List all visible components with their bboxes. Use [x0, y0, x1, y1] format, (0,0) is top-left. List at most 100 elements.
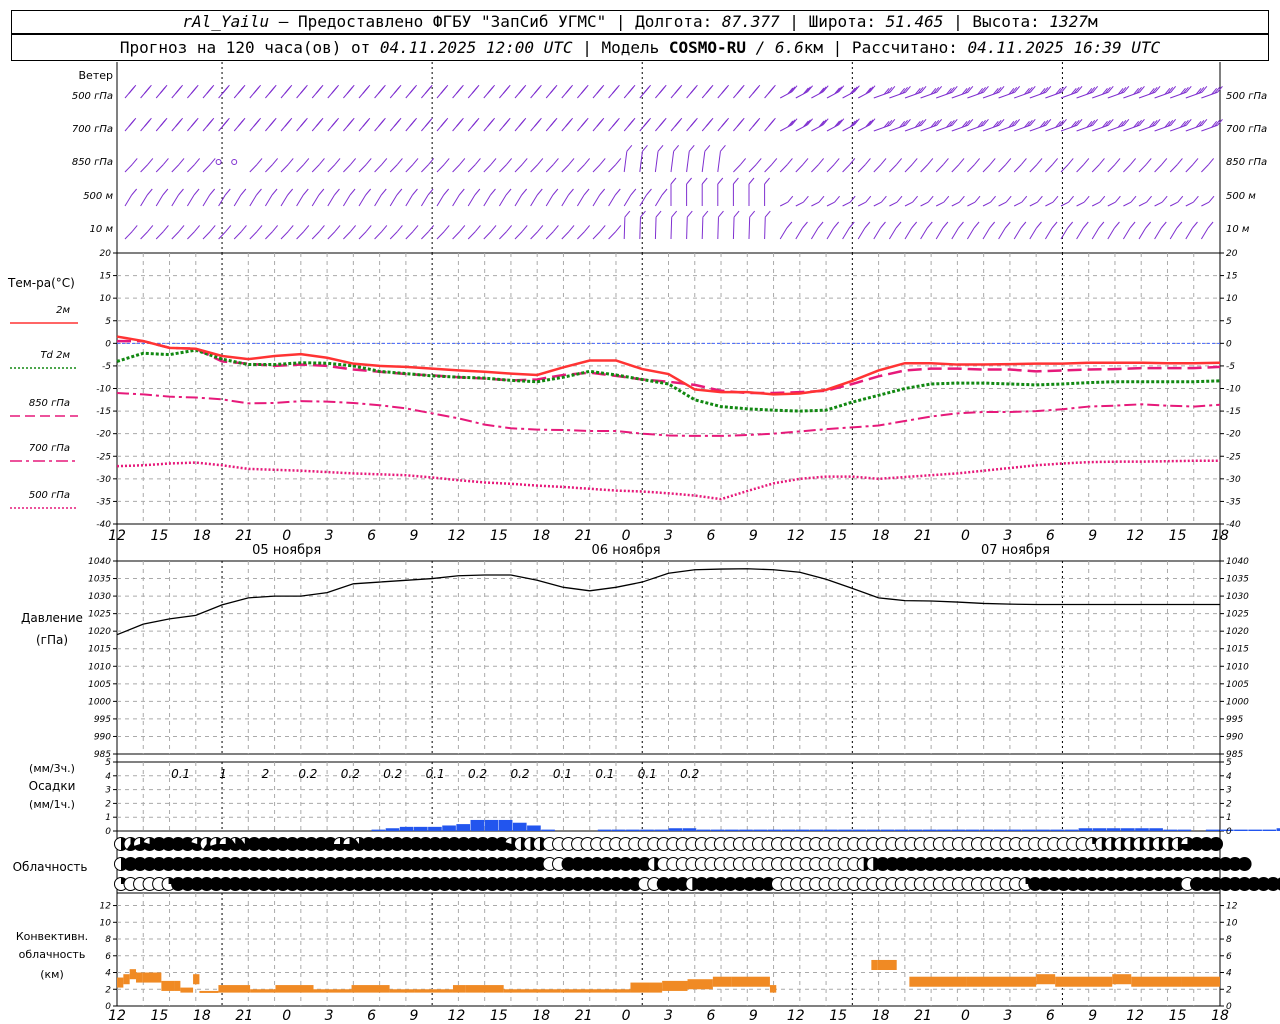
hour-label-bottom: 0	[622, 1008, 631, 1024]
wind-barb-shaft	[436, 231, 445, 240]
wind-barb-flag	[1130, 195, 1137, 203]
wind-barb-flag	[206, 120, 213, 127]
hour-label-bottom: 15	[1169, 1008, 1187, 1024]
wind-barb-flag	[671, 210, 678, 218]
temp-legend-label: 700 гПа	[29, 443, 70, 454]
wind-barb-flag	[518, 120, 525, 127]
wind-barb-flag	[1161, 158, 1168, 165]
wind-barb-flag	[943, 158, 949, 165]
wind-barb-flag	[334, 158, 341, 165]
wind-barb-flag	[287, 188, 294, 196]
wind-barb-flag	[833, 158, 840, 165]
prec-tick-label-right: 5	[1226, 758, 1232, 768]
wind-barb-flag	[670, 177, 677, 185]
wind-barb-flag	[315, 87, 322, 94]
wind-barb-flag	[771, 158, 778, 165]
precip-bar	[1121, 828, 1135, 831]
wind-barb-flag	[1004, 221, 1011, 229]
wind-barb-flag	[802, 195, 809, 203]
wind-barb-flag	[502, 120, 509, 127]
wind-barb-flag	[661, 188, 668, 196]
wind-barb-shaft	[1076, 227, 1084, 240]
wind-barb-flag	[896, 195, 903, 203]
wind-barb-shaft	[670, 217, 673, 240]
conv-bar	[503, 989, 561, 993]
wind-barb-shaft	[452, 164, 461, 173]
wind-barb-shaft	[748, 164, 757, 173]
wind-barb-shaft	[1185, 164, 1194, 173]
wind-barb-shaft	[374, 231, 383, 240]
precip-bar	[1248, 829, 1262, 831]
wind-barb-shaft	[857, 227, 866, 240]
wind-barb-shaft	[608, 231, 617, 240]
hour-label-bottom: 6	[367, 1008, 376, 1024]
wind-barb-shaft	[1091, 164, 1100, 173]
precip-bar	[640, 829, 654, 831]
precip-bar	[1036, 829, 1050, 831]
wind-barb-flag	[1020, 221, 1027, 229]
wind-barb-flag	[786, 221, 793, 229]
wind-barb-flag	[755, 158, 762, 165]
conv-bar	[218, 985, 251, 993]
wind-barb-flag	[147, 225, 154, 232]
hour-label-mid: 0	[961, 528, 970, 544]
wind-barb-shaft	[826, 201, 835, 207]
wind-barb-flag	[673, 145, 680, 152]
wind-barb-shaft	[530, 231, 539, 240]
precip-bar	[442, 825, 456, 831]
wind-barb-shaft	[530, 164, 539, 173]
wind-barb-shaft	[795, 164, 804, 173]
wind-barb-shaft	[483, 164, 492, 173]
wind-barb-flag	[626, 145, 633, 152]
pres-tick-label-left: 1040	[88, 557, 111, 567]
prec-tick-label-left: 5	[105, 758, 111, 768]
conv-bar	[1112, 974, 1132, 985]
temp-tick-label-right: 10	[1226, 294, 1238, 304]
wind-barb-flag	[159, 87, 166, 94]
precip-bar	[753, 829, 767, 831]
precip-bar	[527, 825, 541, 831]
temp-tick-label-left: -20	[96, 430, 111, 440]
wind-barb-shaft	[1076, 164, 1085, 173]
wind-barb-shaft	[748, 217, 751, 240]
wind-barb-shaft	[1200, 227, 1209, 240]
wind-barb-flag	[1177, 195, 1184, 203]
wind-barb-flag	[474, 188, 481, 196]
precip-bar	[1135, 828, 1149, 831]
wind-barb-shaft	[779, 201, 789, 207]
precip-bar	[1050, 829, 1064, 831]
wind-barb-flag	[1036, 158, 1043, 165]
wind-barb-flag	[475, 225, 481, 232]
temp-tick-label-left: -35	[96, 497, 111, 507]
wind-barb-shaft	[904, 164, 913, 173]
wind-barb-flag	[299, 120, 306, 127]
wind-barb-flag	[1098, 221, 1105, 229]
wind-barb-shaft	[124, 194, 133, 207]
conv-bar	[389, 989, 415, 993]
wind-barb-shaft	[873, 201, 882, 207]
wind-barb-flag	[689, 120, 696, 127]
wind-barb-flag	[377, 87, 384, 94]
wind-barb-flag	[331, 87, 337, 94]
wind-barb-flag	[721, 87, 727, 94]
precip-bar	[484, 819, 499, 831]
meteogram: rAl_Yailu — Предоставлено ФГБУ "ЗапСиб У…	[0, 0, 1280, 1024]
wind-barb-flag	[865, 195, 872, 203]
wind-barb-flag	[506, 225, 513, 232]
wind-barb-flag	[331, 120, 337, 127]
wind-barb-flag	[1130, 158, 1137, 165]
prec-tick-label-left: 2	[105, 799, 111, 809]
temp-legend-label: 850 гПа	[29, 398, 70, 409]
wind-barb-shaft	[608, 164, 617, 173]
precip-bar	[866, 829, 881, 831]
temp-tick-label-right: -15	[1226, 407, 1241, 417]
temp-tick-label-right: -35	[1226, 497, 1241, 507]
wind-barb-flag	[865, 158, 871, 165]
conv-bar	[161, 980, 175, 991]
wind-barb-flag	[346, 87, 353, 94]
pres-tick-label-right: 995	[1226, 715, 1243, 725]
precip-bar	[979, 829, 994, 831]
precip-bar	[1177, 829, 1192, 831]
wind-barb-flag	[643, 87, 649, 94]
wind-barb-flag	[272, 158, 279, 165]
